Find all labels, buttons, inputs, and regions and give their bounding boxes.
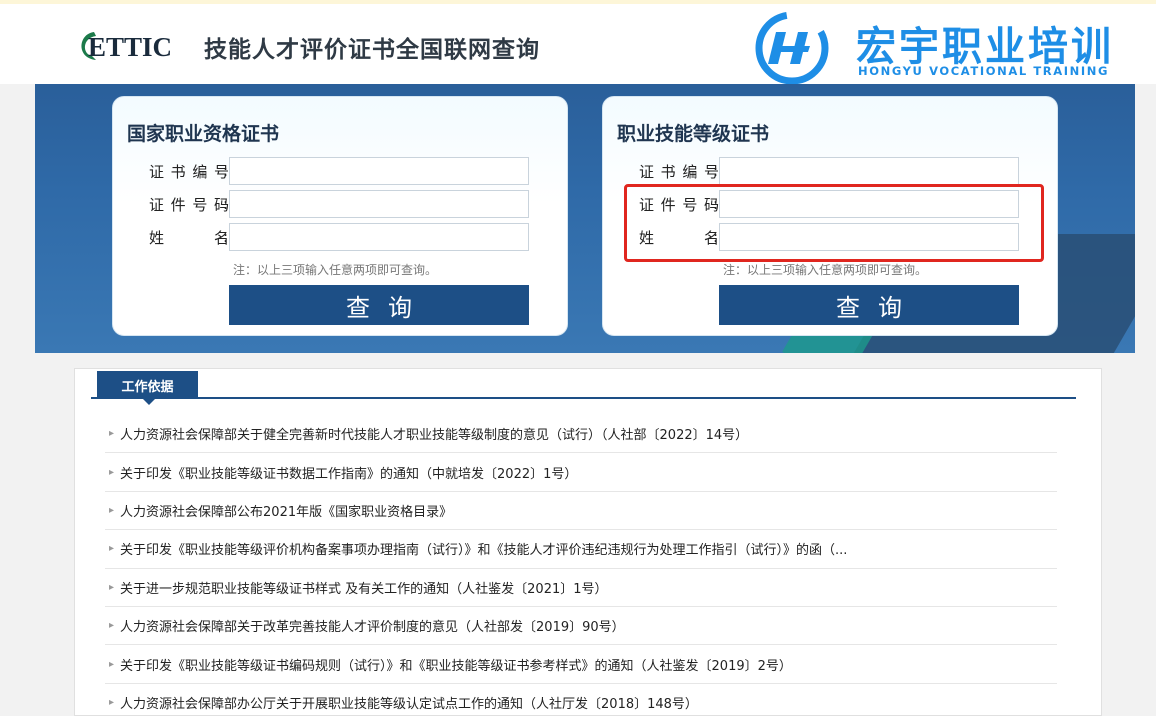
bullet-icon: ▸: [109, 504, 115, 516]
list-item-link[interactable]: 关于进一步规范职业技能等级证书样式 及有关工作的通知（人社鉴发〔2021〕1号）: [120, 578, 608, 597]
hongyu-logo-icon: [755, 11, 829, 85]
tab-work-basis[interactable]: 工作依据: [97, 371, 198, 399]
list-item-link[interactable]: 人力资源社会保障部关于改革完善技能人才评价制度的意见（人社部发〔2019〕90号…: [120, 616, 625, 635]
list-item[interactable]: ▸ 关于印发《职业技能等级评价机构备案事项办理指南（试行）》和《技能人才评价违纪违…: [105, 530, 1057, 569]
id-number-label: 证件号码: [149, 195, 229, 214]
list-item-link[interactable]: 关于印发《职业技能等级证书编码规则（试行）》和《职业技能等级证书参考样式》的通知…: [120, 655, 792, 674]
query-button[interactable]: 查询: [229, 285, 529, 325]
bullet-icon: ▸: [109, 428, 115, 440]
list-item[interactable]: ▸ 人力资源社会保障部关于改革完善技能人才评价制度的意见（人社部发〔2019〕90…: [105, 607, 1057, 646]
list-item-link[interactable]: 人力资源社会保障部关于健全完善新时代技能人才职业技能等级制度的意见（试行）（人社…: [120, 424, 748, 443]
list-item-link[interactable]: 人力资源社会保障部办公厅关于开展职业技能等级认定试点工作的通知（人社厅发〔201…: [120, 693, 698, 712]
bullet-icon: ▸: [109, 696, 115, 708]
cert-number-input[interactable]: [719, 157, 1019, 185]
id-number-input[interactable]: [229, 190, 529, 218]
bullet-icon: ▸: [109, 620, 115, 632]
brand-subtitle: HONGYU VOCATIONAL TRAINING: [858, 64, 1110, 78]
list-item[interactable]: ▸ 人力资源社会保障部办公厅关于开展职业技能等级认定试点工作的通知（人社厅发〔20…: [105, 684, 1057, 716]
cert-number-row: 证书编号:: [639, 157, 1019, 185]
work-basis-section: 工作依据 ▸ 人力资源社会保障部关于健全完善新时代技能人才职业技能等级制度的意见（…: [74, 368, 1102, 716]
list-item[interactable]: ▸ 人力资源社会保障部关于健全完善新时代技能人才职业技能等级制度的意见（试行）（人…: [105, 415, 1057, 454]
tab-underline: [91, 397, 1076, 399]
card-title: 职业技能等级证书: [617, 123, 770, 145]
name-input[interactable]: [229, 223, 529, 251]
cert-number-label: 证书编号: [639, 162, 719, 181]
query-button[interactable]: 查询: [719, 285, 1019, 325]
document-list: ▸ 人力资源社会保障部关于健全完善新时代技能人才职业技能等级制度的意见（试行）（人…: [105, 415, 1057, 716]
list-item-link[interactable]: 人力资源社会保障部公布2021年版《国家职业资格目录》: [120, 501, 452, 520]
site-title: 技能人才评价证书全国联网查询: [204, 37, 540, 63]
name-label: 姓 名: [149, 228, 229, 247]
ettic-logo: ETTIC: [81, 32, 172, 62]
list-item-link[interactable]: 关于印发《职业技能等级评价机构备案事项办理指南（试行）》和《技能人才评价违纪违规…: [120, 539, 847, 558]
bullet-icon: ▸: [109, 543, 115, 555]
national-qualification-card: 国家职业资格证书 证书编号: 证件号码: 姓 名: 注：以上三项输入任意两项即可…: [112, 96, 568, 336]
list-item[interactable]: ▸ 关于进一步规范职业技能等级证书样式 及有关工作的通知（人社鉴发〔2021〕1号…: [105, 569, 1057, 607]
cert-number-input[interactable]: [229, 157, 529, 185]
logo-text: ETTIC: [88, 32, 172, 62]
tab-pointer: [143, 399, 155, 405]
site-header: ETTIC 技能人才评价证书全国联网查询 宏宇职业培训 HONGYU VOCAT…: [0, 4, 1156, 85]
bullet-icon: ▸: [109, 581, 115, 593]
card-title: 国家职业资格证书: [127, 123, 280, 145]
id-number-row: 证件号码:: [149, 190, 529, 218]
query-note: 注：以上三项输入任意两项即可查询。: [233, 263, 438, 277]
red-highlight-box: [624, 184, 1044, 262]
bullet-icon: ▸: [109, 466, 115, 478]
bullet-icon: ▸: [109, 658, 115, 670]
list-item-link[interactable]: 关于印发《职业技能等级证书数据工作指南》的通知（中就培发〔2022〕1号）: [120, 463, 577, 482]
query-note: 注：以上三项输入任意两项即可查询。: [723, 263, 928, 277]
cert-number-label: 证书编号: [149, 162, 229, 181]
cert-number-row: 证书编号:: [149, 157, 529, 185]
list-item[interactable]: ▸ 关于印发《职业技能等级证书编码规则（试行）》和《职业技能等级证书参考样式》的通…: [105, 645, 1057, 684]
list-item[interactable]: ▸ 人力资源社会保障部公布2021年版《国家职业资格目录》: [105, 492, 1057, 531]
name-row: 姓 名:: [149, 223, 529, 251]
list-item[interactable]: ▸ 关于印发《职业技能等级证书数据工作指南》的通知（中就培发〔2022〕1号）: [105, 453, 1057, 492]
